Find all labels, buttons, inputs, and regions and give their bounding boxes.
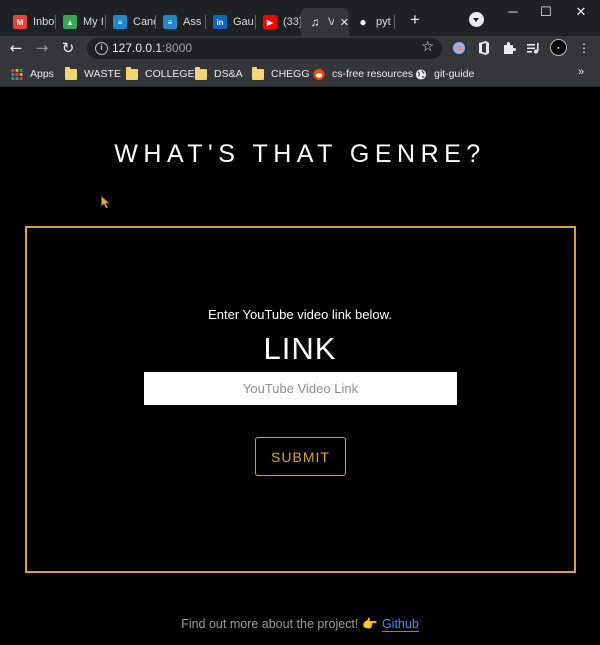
bookmark-chegg[interactable]: CHEGG: [252, 66, 310, 82]
bookmark-label: COLLEGE: [145, 68, 195, 80]
minimize-button[interactable]: ─: [498, 4, 528, 22]
tab-title: V: [328, 16, 334, 28]
address-bar[interactable]: i 127.0.0.1:8000 ☆: [87, 38, 442, 59]
tab-title: (33): [283, 16, 301, 28]
tab-search-button[interactable]: [469, 12, 484, 27]
profile-avatar[interactable]: ●: [550, 39, 567, 56]
forward-button[interactable]: →: [32, 39, 52, 59]
tab-title: Canc: [133, 16, 156, 28]
browser-tab[interactable]: ● pyt: [349, 8, 395, 36]
bookmark-college[interactable]: COLLEGE: [126, 66, 195, 82]
maximize-button[interactable]: ☐: [531, 4, 561, 22]
folder-icon: [65, 66, 77, 80]
footer-text: Find out more about the project!: [181, 617, 359, 631]
folder-icon: [252, 66, 264, 80]
bookmark-label: CHEGG: [271, 68, 310, 80]
gmail-icon: M: [13, 15, 27, 29]
tab-title: pyt: [376, 16, 391, 28]
extension-icon[interactable]: [451, 40, 467, 56]
browser-tab[interactable]: in Gau: [206, 8, 256, 36]
browser-tab[interactable]: ≡ Ass: [156, 8, 206, 36]
browser-tab[interactable]: ♫ V ✕: [301, 8, 349, 36]
folder-icon: [126, 66, 138, 80]
bookmark-apps[interactable]: Apps: [11, 66, 54, 82]
tab-title: Ass: [183, 16, 202, 28]
youtube-link-input[interactable]: [144, 372, 457, 405]
extensions-puzzle-icon[interactable]: [501, 40, 517, 56]
youtube-icon: ▶: [263, 15, 277, 29]
browser-tab[interactable]: M Inbo: [6, 8, 56, 36]
globe-icon: [415, 68, 427, 80]
browser-tab[interactable]: ▶ (33): [256, 8, 301, 36]
folder-icon: [195, 66, 207, 80]
close-window-button[interactable]: ✕: [566, 4, 596, 22]
tab-strip: M Inbo ▲ My I ≡ Canc ≡ Assin Gau ▶ (33) ♫ V ✕ ● pyt + ─…: [0, 0, 600, 36]
bookmark-git-guide[interactable]: git-guide: [415, 66, 474, 82]
bookmarks-overflow-button[interactable]: »: [578, 66, 584, 78]
bookmark-label: Apps: [30, 68, 54, 80]
apps-grid-icon: [11, 68, 23, 80]
new-tab-button[interactable]: +: [405, 11, 425, 31]
reddit-icon: [313, 68, 325, 80]
footer: Find out more about the project! 👉 Github: [0, 617, 600, 632]
address-url[interactable]: 127.0.0.1:8000: [112, 41, 192, 55]
bookmark-label: git-guide: [434, 68, 475, 80]
github-icon: ●: [359, 15, 367, 29]
browser-tab[interactable]: ≡ Canc: [106, 8, 156, 36]
tab-separator: [394, 15, 395, 29]
reload-button[interactable]: ↻: [58, 39, 78, 59]
bookmark-label: WASTE: [84, 68, 121, 80]
browser-menu-icon[interactable]: ⋮: [578, 38, 590, 58]
music-note-icon: ♫: [310, 15, 320, 29]
instruction-text: Enter YouTube video link below.: [208, 307, 392, 322]
assessment-app-icon: ≡: [163, 15, 177, 29]
page-title: WHAT'S THAT GENRE?: [114, 140, 486, 168]
bookmark-star-icon[interactable]: ☆: [421, 39, 434, 55]
link-heading: LINK: [263, 331, 337, 366]
bookmark-label: DS&A: [214, 68, 243, 80]
google-drive-icon: ▲: [63, 15, 77, 29]
tab-title: My I: [83, 16, 104, 28]
bookmark-dsa[interactable]: DS&A: [195, 66, 243, 82]
github-link[interactable]: Github: [381, 617, 419, 632]
site-info-icon[interactable]: i: [95, 42, 108, 55]
close-tab-icon[interactable]: ✕: [340, 16, 349, 29]
bookmark-label: cs-free resources: [332, 68, 414, 80]
mouse-cursor-icon: [101, 196, 110, 209]
media-control-icon[interactable]: [525, 40, 541, 56]
bookmark-cs-free-resources[interactable]: cs-free resources: [313, 66, 413, 82]
submit-button[interactable]: SUBMIT: [255, 437, 346, 476]
browser-tab[interactable]: ▲ My I: [56, 8, 106, 36]
pointing-hand-icon: 👉: [362, 617, 378, 631]
linkedin-icon: in: [213, 15, 227, 29]
back-button[interactable]: ←: [6, 39, 26, 59]
cancel-app-icon: ≡: [113, 15, 127, 29]
tab-title: Inbo: [33, 16, 55, 28]
bookmark-waste[interactable]: WASTE: [65, 66, 121, 82]
bookmarks-bar: Apps WASTE COLLEGE DS&A CHEGG cs-free re…: [0, 61, 600, 87]
office-extension-icon[interactable]: [476, 40, 492, 56]
tab-title: Gau: [233, 16, 254, 28]
